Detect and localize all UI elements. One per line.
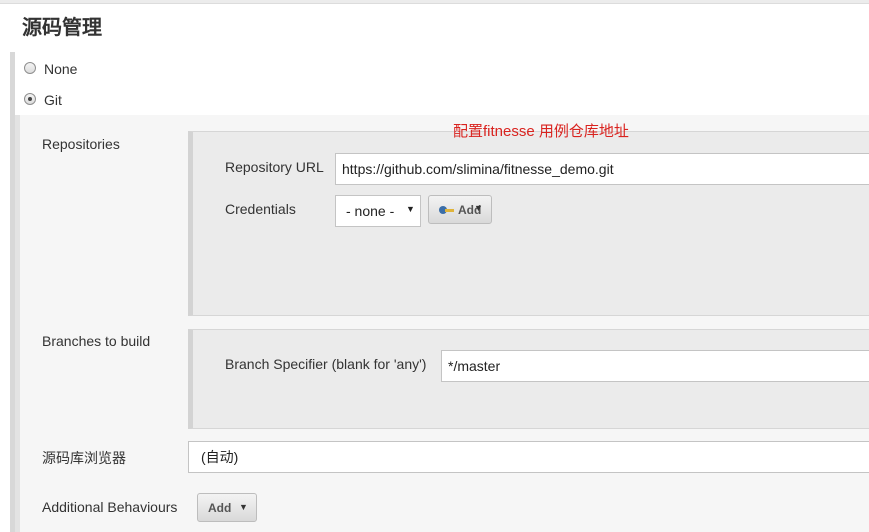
- repo-browser-label: 源码库浏览器: [42, 450, 126, 466]
- scm-radio-git-label[interactable]: Git: [44, 92, 62, 108]
- additional-behaviours-label: Additional Behaviours: [42, 499, 178, 515]
- scm-radio-group: [15, 52, 869, 115]
- branch-specifier-input[interactable]: */master: [441, 350, 869, 382]
- scm-radio-none[interactable]: [24, 62, 36, 74]
- key-icon: [439, 205, 455, 214]
- additional-behaviours-add-button[interactable]: Add: [197, 493, 257, 522]
- branch-specifier-label: Branch Specifier (blank for 'any'): [225, 356, 427, 372]
- additional-behaviours-add-label: Add: [208, 500, 232, 515]
- caret-down-icon: ▼: [239, 502, 248, 512]
- top-divider: [0, 0, 869, 4]
- credentials-select-value: - none -: [346, 203, 395, 219]
- section-title: 源码管理: [22, 17, 102, 39]
- git-config-indent-bar: [15, 115, 20, 532]
- branches-to-build-label: Branches to build: [42, 333, 151, 349]
- chevron-down-icon: ▼: [406, 204, 415, 214]
- caret-down-icon: ▼: [474, 203, 483, 213]
- credentials-label: Credentials: [225, 201, 296, 217]
- repo-browser-select[interactable]: (自动): [188, 441, 869, 473]
- repositories-label: Repositories: [42, 136, 120, 152]
- annotation-text: 配置fitnesse 用例仓库地址: [453, 123, 629, 140]
- scm-radio-git[interactable]: [24, 93, 36, 105]
- repository-url-label: Repository URL: [225, 159, 324, 175]
- repository-url-input[interactable]: https://github.com/slimina/fitnesse_demo…: [335, 153, 869, 185]
- scm-radio-none-label[interactable]: None: [44, 61, 77, 77]
